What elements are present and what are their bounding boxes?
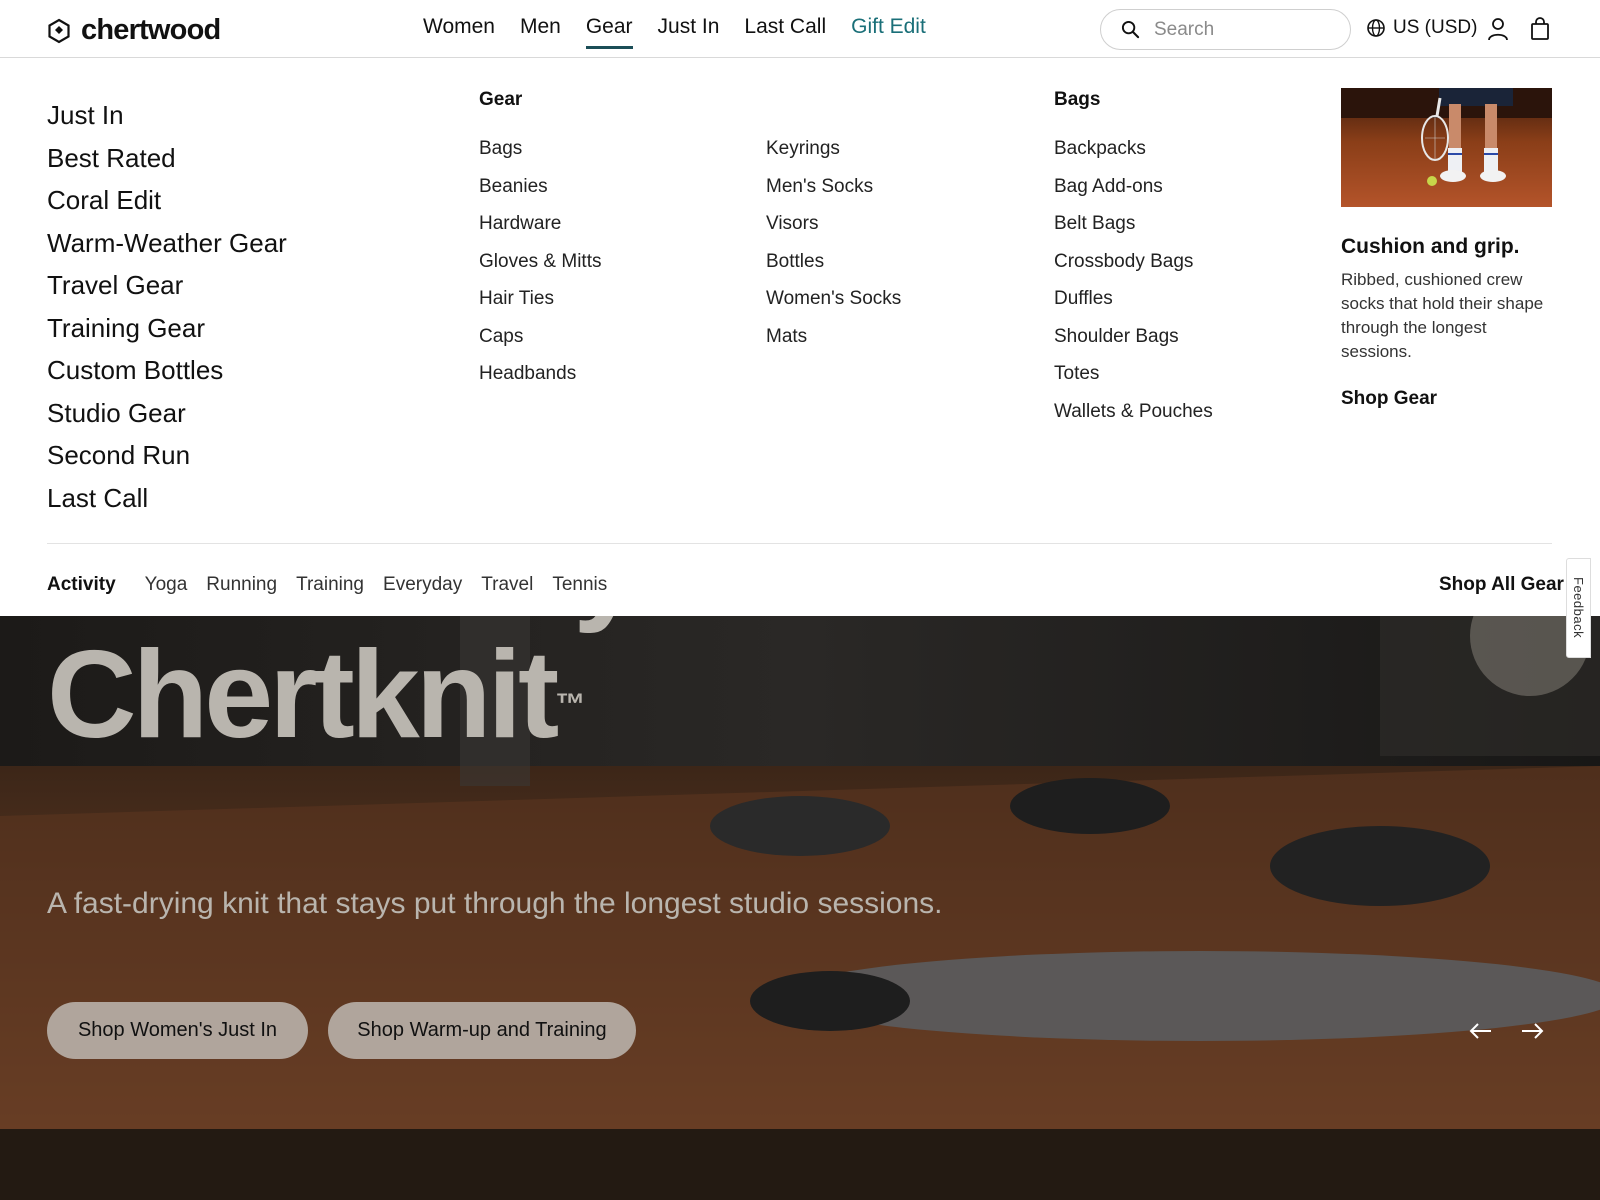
- gear-link[interactable]: Visors: [766, 205, 901, 243]
- search-box[interactable]: [1100, 9, 1351, 50]
- primary-nav: Women Men Gear Just In Last Call Gift Ed…: [423, 15, 926, 49]
- featured-link[interactable]: Just In: [47, 94, 287, 137]
- promo-title: Cushion and grip.: [1341, 235, 1520, 258]
- bags-link[interactable]: Shoulder Bags: [1054, 318, 1213, 356]
- featured-link[interactable]: Travel Gear: [47, 264, 287, 307]
- featured-links: Just In Best Rated Coral Edit Warm-Weath…: [47, 94, 287, 519]
- shop-gear-link[interactable]: Shop Gear: [1341, 388, 1437, 410]
- nav-last-call[interactable]: Last Call: [744, 15, 826, 49]
- gear-link[interactable]: Men's Socks: [766, 168, 901, 206]
- activity-yoga[interactable]: Yoga: [145, 574, 188, 596]
- shop-warmup-training-button[interactable]: Shop Warm-up and Training: [328, 1002, 636, 1059]
- search-icon: [1121, 20, 1140, 39]
- menu-divider: [47, 543, 1552, 544]
- locale-selector[interactable]: US (USD): [1366, 17, 1477, 39]
- search-input[interactable]: [1154, 18, 1334, 41]
- bags-link[interactable]: Backpacks: [1054, 130, 1213, 168]
- gear-link[interactable]: Gloves & Mitts: [479, 243, 601, 281]
- page-band: [0, 1129, 1600, 1200]
- gear-mega-menu: Just In Best Rated Coral Edit Warm-Weath…: [0, 58, 1600, 616]
- nav-men[interactable]: Men: [520, 15, 561, 49]
- gear-link[interactable]: Bags: [479, 130, 601, 168]
- featured-link[interactable]: Studio Gear: [47, 392, 287, 435]
- user-icon[interactable]: [1487, 17, 1509, 41]
- bags-link[interactable]: Totes: [1054, 355, 1213, 393]
- bags-link[interactable]: Wallets & Pouches: [1054, 393, 1213, 431]
- feedback-tab[interactable]: Feedback: [1566, 558, 1591, 658]
- hero-title-line-2: Chertknit™: [47, 630, 771, 760]
- activity-bar: Activity Yoga Running Training Everyday …: [47, 574, 607, 596]
- gear-link[interactable]: Beanies: [479, 168, 601, 206]
- locale-label: US (USD): [1393, 17, 1478, 38]
- featured-link[interactable]: Training Gear: [47, 307, 287, 350]
- gear-link[interactable]: Hardware: [479, 205, 601, 243]
- bags-link[interactable]: Bag Add-ons: [1054, 168, 1213, 206]
- gear-column-heading[interactable]: Gear: [479, 89, 522, 111]
- featured-link[interactable]: Second Run: [47, 434, 287, 477]
- globe-icon: [1367, 19, 1385, 37]
- featured-link[interactable]: Coral Edit: [47, 179, 287, 222]
- bags-link[interactable]: Duffles: [1054, 280, 1213, 318]
- brand-logo[interactable]: chertwood: [47, 14, 221, 47]
- activity-travel[interactable]: Travel: [481, 574, 533, 596]
- nav-gift-edit[interactable]: Gift Edit: [851, 15, 926, 49]
- promo-image[interactable]: [1341, 88, 1552, 207]
- bags-column: Backpacks Bag Add-ons Belt Bags Crossbod…: [1054, 130, 1213, 430]
- bags-column-heading[interactable]: Bags: [1054, 89, 1100, 111]
- hexagon-logo-icon: [48, 18, 70, 43]
- featured-link[interactable]: Best Rated: [47, 137, 287, 180]
- gear-link[interactable]: Keyrings: [766, 130, 901, 168]
- featured-link[interactable]: Last Call: [47, 477, 287, 520]
- gear-link[interactable]: Bottles: [766, 243, 901, 281]
- activity-running[interactable]: Running: [206, 574, 277, 596]
- site-header: chertwood Women Men Gear Just In Last Ca…: [0, 0, 1600, 58]
- nav-gear[interactable]: Gear: [585, 15, 633, 49]
- feedback-label: Feedback: [1571, 577, 1586, 639]
- hero-title-product: Chertknit: [47, 626, 559, 764]
- bags-link[interactable]: Crossbody Bags: [1054, 243, 1213, 281]
- gear-column-2: Keyrings Men's Socks Visors Bottles Wome…: [766, 130, 901, 355]
- activity-tennis[interactable]: Tennis: [552, 574, 607, 596]
- gear-link[interactable]: Caps: [479, 318, 601, 356]
- featured-link[interactable]: Custom Bottles: [47, 349, 287, 392]
- gear-link[interactable]: Hair Ties: [479, 280, 601, 318]
- promo-description: Ribbed, cushioned crew socks that hold t…: [1341, 270, 1544, 361]
- activity-everyday[interactable]: Everyday: [383, 574, 462, 596]
- bags-link[interactable]: Belt Bags: [1054, 205, 1213, 243]
- nav-women[interactable]: Women: [423, 15, 495, 49]
- gear-column-1: Bags Beanies Hardware Gloves & Mitts Hai…: [479, 130, 601, 393]
- gear-link[interactable]: Headbands: [479, 355, 601, 393]
- brand-name: chertwood: [81, 14, 221, 46]
- activity-label: Activity: [47, 574, 116, 595]
- gear-link[interactable]: Mats: [766, 318, 901, 356]
- nav-just-in[interactable]: Just In: [658, 15, 720, 49]
- gear-link[interactable]: Women's Socks: [766, 280, 901, 318]
- shop-all-gear-link[interactable]: Shop All Gear: [1439, 574, 1564, 596]
- arrow-right-icon[interactable]: [1520, 1022, 1544, 1040]
- arrow-left-icon[interactable]: [1469, 1022, 1493, 1040]
- hero-title: Move easy in Chertknit™: [47, 616, 775, 760]
- hero-banner: Move easy in Chertknit™ A fast-drying kn…: [0, 616, 1600, 1129]
- activity-training[interactable]: Training: [296, 574, 364, 596]
- featured-link[interactable]: Warm-Weather Gear: [47, 222, 287, 265]
- shopping-bag-icon[interactable]: [1529, 17, 1551, 41]
- trademark-symbol: ™: [555, 688, 586, 721]
- hero-subtitle: A fast-drying knit that stays put throug…: [47, 887, 943, 920]
- shop-womens-just-in-button[interactable]: Shop Women's Just In: [47, 1002, 308, 1059]
